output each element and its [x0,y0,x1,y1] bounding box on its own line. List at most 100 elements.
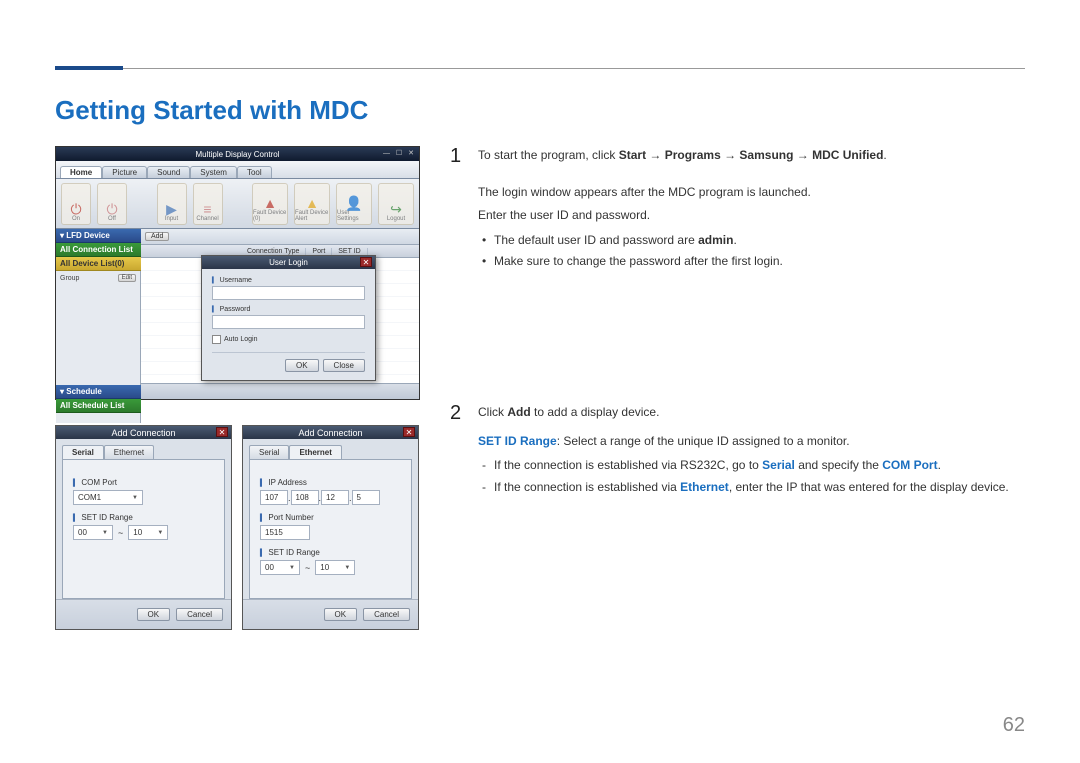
mdc-main: Add Connection Type Port SET ID User Lo [141,229,419,399]
setid-from-select[interactable]: 00▼ [73,525,113,540]
right-column: 1 To start the program, click Start → Pr… [450,146,1025,630]
tab-serial[interactable]: Serial [62,445,104,459]
port-row: 1515 [260,525,401,540]
mdc-sidebar: ▾ LFD Device All Connection List All Dev… [56,229,141,399]
setid-from-select[interactable]: 00▼ [260,560,300,575]
setid-to-select[interactable]: 10▼ [128,525,168,540]
sidebar-alldevice[interactable]: All Device List(0) [56,257,141,271]
step-1-p2: The login window appears after the MDC p… [478,183,887,202]
tab-tool[interactable]: Tool [237,166,272,178]
step-1-body: To start the program, click Start → Prog… [478,146,887,273]
add-conn-title-serial: Add Connection ✕ [56,426,231,439]
tab-picture[interactable]: Picture [102,166,147,178]
tilde: ~ [305,563,310,573]
ip-seg-4[interactable]: 5 [352,490,380,505]
ip-seg-2[interactable]: 108 [291,490,319,505]
mdc-ribbon: ⏻On ⏻Off ▶Input ≡Channel ▲Fault Device (… [56,179,419,229]
com-port-select[interactable]: COM1 ▼ [73,490,143,505]
logout-icon: ↪ [390,202,402,216]
auto-login-label: Auto Login [224,336,257,343]
grid-col-conn: Connection Type [241,248,306,255]
close-icon[interactable]: ✕ [403,427,415,437]
serial-buttons: OK Cancel [56,599,231,629]
mdc-window-title: Multiple Display Control [195,150,279,159]
step-2-d1: If the connection is established via RS2… [478,455,1009,477]
ip-seg-3[interactable]: 12 [321,490,349,505]
username-label: Username [212,277,365,284]
toolbar-add-button[interactable]: Add [145,232,169,241]
login-close-button[interactable]: Close [323,359,365,372]
step-2-p2: SET ID Range: Select a range of the uniq… [478,432,1009,451]
tab-ethernet[interactable]: Ethernet [104,445,154,459]
fault-device-button[interactable]: ▲Fault Device (0) [252,183,288,225]
left-column: Multiple Display Control — ☐ ✕ Home Pict… [55,146,420,630]
port-label: Port Number [260,513,401,522]
step-2-number: 2 [450,403,464,499]
window-controls: — ☐ ✕ [383,149,416,157]
ok-button[interactable]: OK [137,608,171,621]
cancel-button[interactable]: Cancel [363,608,410,621]
chevron-down-icon: ▼ [157,530,163,536]
tab-serial[interactable]: Serial [249,445,289,459]
mdc-titlebar: Multiple Display Control — ☐ ✕ [56,147,419,161]
header-rule [55,68,1025,69]
tab-ethernet[interactable]: Ethernet [289,445,341,459]
ok-button[interactable]: OK [324,608,358,621]
password-input[interactable] [212,315,365,329]
setid-to-select[interactable]: 10▼ [315,560,355,575]
channel-button[interactable]: ≡Channel [193,183,223,225]
sidebar-allsched[interactable]: All Schedule List [56,399,141,413]
mdc-grid: Connection Type Port SET ID User Login ✕ [141,245,419,383]
login-body: Username Password Auto Login [202,269,375,380]
ip-seg-1[interactable]: 107 [260,490,288,505]
logout-button[interactable]: ↪Logout [378,183,414,225]
add-connection-serial: Add Connection ✕ Serial Ethernet COM Por… [55,425,232,630]
power-off-button[interactable]: ⏻Off [97,183,127,225]
grid-col-setid: SET ID [332,248,367,255]
step-1-lead: To start the program, click Start → Prog… [478,146,887,165]
setid-label-eth: SET ID Range [260,548,401,557]
cancel-button[interactable]: Cancel [176,608,223,621]
tab-sound[interactable]: Sound [147,166,190,178]
content: Multiple Display Control — ☐ ✕ Home Pict… [55,146,1025,630]
header-accent [55,66,123,70]
close-icon[interactable]: ✕ [216,427,228,437]
sidebar-allconn[interactable]: All Connection List [56,243,141,257]
port-input[interactable]: 1515 [260,525,310,540]
tab-home[interactable]: Home [60,166,102,178]
chevron-down-icon: ▼ [102,530,108,536]
step-1-b1: The default user ID and password are adm… [478,230,887,252]
sidebar-schedule[interactable]: ▾ Schedule [56,385,141,399]
fault-alert-button[interactable]: ▲Fault Device Alert [294,183,330,225]
input-button[interactable]: ▶Input [157,183,187,225]
power-icon: ⏻ [106,202,117,216]
warning-icon: ▲ [263,196,277,210]
checkbox-icon[interactable] [212,335,221,344]
edit-button[interactable]: Edit [118,274,136,282]
ethernet-buttons: OK Cancel [243,599,418,629]
sidebar-lfd[interactable]: ▾ LFD Device [56,229,141,243]
page-number: 62 [1003,714,1025,737]
serial-body: COM Port COM1 ▼ SET ID Range 00▼ ~ 10▼ [62,459,225,599]
tilde: ~ [118,528,123,538]
chevron-down-icon: ▼ [344,565,350,571]
tab-system[interactable]: System [190,166,237,178]
login-ok-button[interactable]: OK [285,359,319,372]
close-icon[interactable]: ✕ [360,257,372,267]
sidebar-group-row: Group Edit [60,274,136,282]
step-1-bullets: The default user ID and password are adm… [478,230,887,273]
add-connection-ethernet: Add Connection ✕ Serial Ethernet IP Addr… [242,425,419,630]
step-1-number: 1 [450,146,464,273]
step-1: 1 To start the program, click Start → Pr… [450,146,1025,273]
user-settings-button[interactable]: 👤User Settings [336,183,372,225]
step-1-p3: Enter the user ID and password. [478,206,887,225]
setid-row-serial: 00▼ ~ 10▼ [73,525,214,540]
auto-login-row[interactable]: Auto Login [212,335,365,344]
mdc-toolbar: Add [141,229,419,245]
add-conn-title-ethernet: Add Connection ✕ [243,426,418,439]
setid-row-eth: 00▼ ~ 10▼ [260,560,401,575]
power-on-button[interactable]: ⏻On [61,183,91,225]
username-input[interactable] [212,286,365,300]
add-connection-dialogs: Add Connection ✕ Serial Ethernet COM Por… [55,425,420,630]
sidebar-tree: Group Edit [56,271,141,385]
